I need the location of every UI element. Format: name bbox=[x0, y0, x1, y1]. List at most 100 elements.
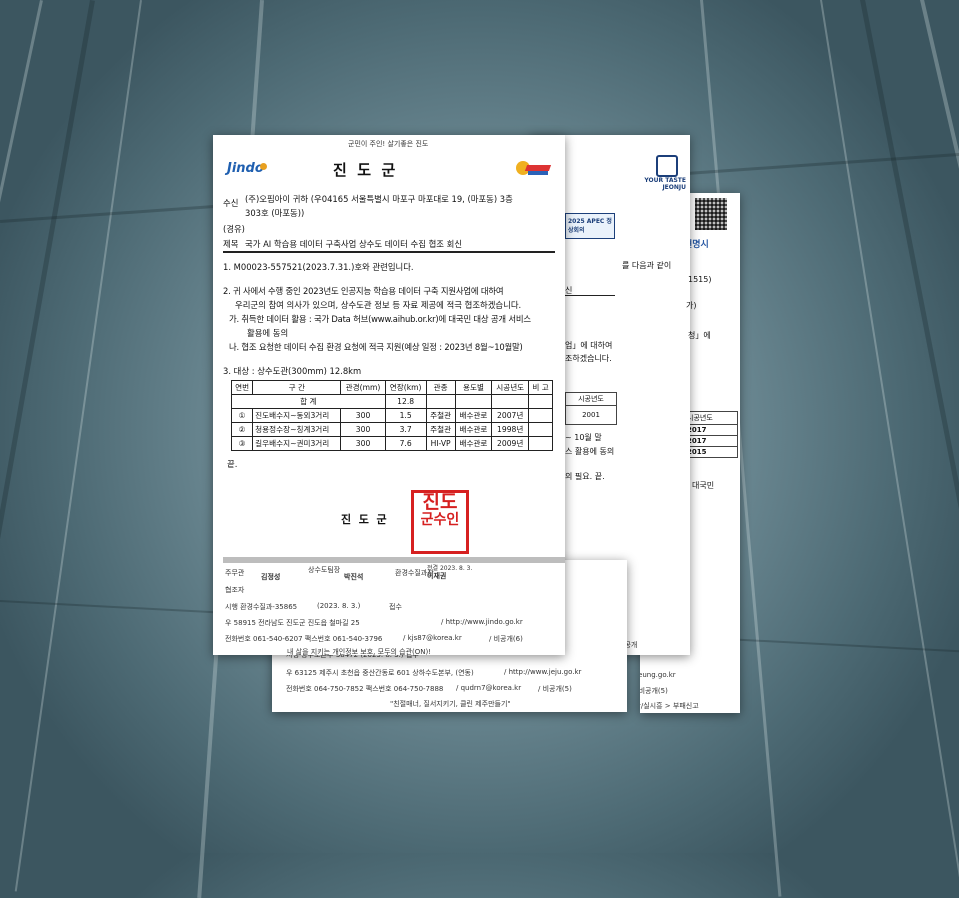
col-header-diameter: 관경(mm) bbox=[340, 380, 386, 395]
table-cell: 배수관로 bbox=[454, 422, 493, 437]
jindo-org-title: 진 도 군 bbox=[333, 161, 396, 179]
jeonju-fragment-1: 를 다음과 같이 bbox=[622, 260, 672, 271]
table-cell: 1.5 bbox=[384, 408, 427, 423]
footer-phone: 전화번호 061-540-6207 팩스번호 061-540-3796 bbox=[225, 635, 383, 643]
body-paragraph-2a: 2. 귀 사에서 수행 중인 2023년도 인공지능 학습용 데이터 구축 지원… bbox=[223, 286, 504, 296]
jeonju-fragment-2: 1515) bbox=[688, 275, 712, 284]
table-row: ① 진도배수지~동외3거리 300 1.5 주철관 배수관로 2007년 bbox=[230, 408, 553, 423]
col-header-year: 시공년도 bbox=[491, 380, 530, 395]
recipient-label: 수신 bbox=[223, 198, 239, 208]
col-header-usage: 용도별 bbox=[454, 380, 493, 395]
table-cell: 7.6 bbox=[384, 436, 427, 451]
jeonju-logo-icon bbox=[656, 155, 678, 177]
footer-website: / http://www.jindo.go.kr bbox=[441, 618, 523, 626]
pipe-table-header-row: 연번 구 간 관경(mm) 연장(km) 관종 용도별 시공년도 비 고 bbox=[230, 380, 553, 395]
jeju-footer-phone: 전화번호 064-750-7852 팩스번호 064-750-7888 bbox=[286, 685, 444, 693]
footer-receipt: 접수 bbox=[389, 603, 402, 611]
siheung-year-table: 시공년도 2017 2017 2015 bbox=[684, 411, 738, 458]
footer-cooperator: 협조자 bbox=[225, 586, 245, 594]
table-cell: 청용정수장~칭계3거리 bbox=[252, 422, 342, 437]
subject-label: 제목 bbox=[223, 239, 239, 249]
table-cell bbox=[528, 436, 553, 451]
footer-team-name: 박진석 bbox=[344, 573, 364, 581]
table-cell: 배수관로 bbox=[454, 408, 493, 423]
jeonju-year-table: 시공년도 2001 bbox=[565, 392, 617, 425]
jeonju-fragment-3: 가) bbox=[686, 301, 697, 310]
siheung-footer-slogan: 경환/실시흥 > 부패신고 bbox=[640, 702, 699, 710]
footer-email: / kjs87@korea.kr bbox=[403, 634, 462, 642]
siheung-year-header: 시공년도 bbox=[685, 412, 737, 425]
table-cell: 2007년 bbox=[491, 408, 530, 423]
end-mark: 끝. bbox=[227, 459, 238, 469]
table-cell: 주철관 bbox=[425, 408, 456, 423]
col-header-no: 연번 bbox=[230, 380, 254, 395]
body-item-ga-1: 가. 취득한 데이터 활용 : 국가 Data 허브(www.aihub.or.… bbox=[229, 314, 531, 324]
table-cell: 배수관로 bbox=[454, 436, 493, 451]
body-paragraph-3: 3. 대상 : 상수도관(300mm) 12.8km bbox=[223, 366, 362, 376]
table-cell: 300 bbox=[340, 408, 386, 423]
footer-enforcement: 시행 환경수질과-35865 bbox=[225, 603, 298, 611]
jindo-logo: Jindo bbox=[227, 161, 264, 176]
footer-slogan: 내 삶을 지키는 개인정보 보호, 모두의 습관(ON)! bbox=[287, 648, 432, 655]
footer-address: 우 58915 전라남도 진도군 진도읍 철마길 25 bbox=[225, 619, 360, 627]
siheung-year-2: 2017 bbox=[685, 436, 737, 447]
table-cell: ① bbox=[230, 408, 254, 423]
jeonju-fragment-7: 조하겠습니다. bbox=[565, 354, 612, 363]
jindo-logo-mark-icon bbox=[260, 163, 267, 170]
jeju-footer-url: / http://www.jeju.go.kr bbox=[504, 668, 582, 676]
subject-text: 국가 AI 학습용 데이터 구축사업 상수도 데이터 수집 협조 회신 bbox=[245, 239, 463, 249]
total-length: 12.8 bbox=[384, 394, 427, 409]
seal-line-1: 진도 bbox=[422, 491, 458, 513]
seal-line-2: 군수인 bbox=[420, 512, 460, 528]
footer-director-name: 이재권 bbox=[427, 572, 447, 580]
table-cell: 300 bbox=[340, 422, 386, 437]
siheung-year-3: 2015 bbox=[687, 448, 707, 456]
footer-staff-name: 김정성 bbox=[261, 573, 281, 581]
body-paragraph-1: 1. M00023-557521(2023.7.31.)호와 관련입니다. bbox=[223, 262, 414, 272]
col-header-section: 구 간 bbox=[252, 380, 342, 395]
jeju-footer-address: 우 63125 제주시 초천읍 중산간동로 601 상하수도본부, (연동) bbox=[286, 669, 474, 677]
body-paragraph-2b: 우리군의 참여 의사가 있으며, 상수도관 정보 등 자료 제공에 적극 협조하… bbox=[235, 300, 522, 310]
total-label: 합 계 bbox=[231, 394, 386, 409]
via-line: (경유) bbox=[223, 224, 245, 234]
footer-staff-label: 주무관 bbox=[225, 569, 245, 577]
body-item-na: 나. 협조 요청한 데이터 수집 환경 요청에 적극 지원(예상 일정 : 20… bbox=[229, 342, 523, 352]
jeonju-fragment-8: ~ 10월 말 bbox=[565, 433, 602, 442]
official-seal-icon: 진도 군수인 bbox=[411, 490, 469, 554]
col-header-material: 관종 bbox=[425, 380, 456, 395]
jeonju-year-header: 시공년도 bbox=[566, 393, 616, 406]
jindo-emblem-icon bbox=[516, 159, 552, 177]
table-cell: ② bbox=[230, 422, 254, 437]
siheung-year-1: 2017 bbox=[685, 425, 737, 436]
table-cell: ③ bbox=[230, 436, 254, 451]
table-cell: 2009년 bbox=[491, 436, 530, 451]
jeonju-fragment-6: 업」에 대하여 bbox=[565, 341, 613, 350]
qr-code-icon bbox=[695, 198, 727, 230]
col-header-note: 비 고 bbox=[528, 380, 553, 395]
table-cell: 3.7 bbox=[384, 422, 427, 437]
table-total-row: 합 계 12.8 bbox=[231, 394, 553, 409]
recipient-line-1: (주)오핌아이 귀하 (우04165 서울특별시 마포구 마포대로 19, (마… bbox=[245, 194, 513, 204]
table-cell: 1998년 bbox=[491, 422, 530, 437]
jeonju-fragment-9: 스 활용에 동의 bbox=[565, 447, 615, 456]
jeonju-fragment-10: 의 필요. 끝. bbox=[565, 472, 605, 481]
jeju-footer-slogan: "친절매너, 질서지키기, 클린 제주만들기" bbox=[390, 700, 511, 708]
footer-privacy: / 비공개(6) bbox=[489, 635, 523, 643]
table-cell bbox=[528, 422, 553, 437]
body-item-ga-2: 활용에 동의 bbox=[247, 328, 289, 338]
siheung-footer-privacy: / 비공개(5) bbox=[640, 687, 668, 695]
jeonju-fragment-5: 청」에 bbox=[688, 331, 711, 340]
siheung-text-fragment: 대국민 bbox=[692, 481, 715, 490]
table-row: ② 청용정수장~칭계3거리 300 3.7 주철관 배수관로 1998년 bbox=[230, 422, 553, 437]
jeju-footer-email: / qudrn7@korea.kr bbox=[456, 684, 522, 692]
table-cell: 주철관 bbox=[425, 422, 456, 437]
jeju-footer-privacy: / 비공개(5) bbox=[538, 685, 572, 693]
apec-badge: 2025 APEC 정상회의 bbox=[565, 213, 615, 239]
table-cell: 300 bbox=[340, 436, 386, 451]
table-cell: HI-VP bbox=[425, 436, 456, 451]
footer-team-label: 상수도팀장 bbox=[308, 566, 341, 574]
jindo-motto: 군민이 주인! 살기좋은 진도 bbox=[348, 140, 429, 148]
jindo-letter-sheet: 군민이 주인! 살기좋은 진도 Jindo 진 도 군 수신 (주)오핌아이 귀… bbox=[213, 135, 565, 655]
signature-title: 진 도 군 bbox=[341, 513, 387, 526]
jeonju-year-value: 2001 bbox=[582, 411, 600, 419]
